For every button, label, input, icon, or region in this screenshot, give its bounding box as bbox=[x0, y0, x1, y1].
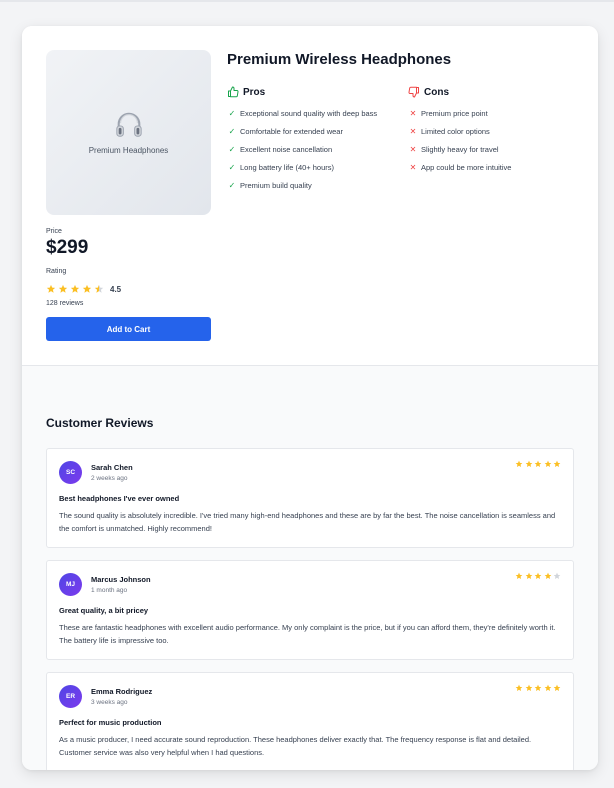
star-icon bbox=[544, 460, 552, 468]
review-title: Best headphones I've ever owned bbox=[59, 494, 180, 503]
pro-item-text: Comfortable for extended wear bbox=[240, 126, 343, 136]
pros-list: Pros ✓ Exceptional sound quality with dee… bbox=[227, 84, 407, 194]
x-icon: ✕ bbox=[409, 144, 417, 154]
review-count: 128 reviews bbox=[46, 300, 84, 307]
avatar: MJ bbox=[59, 573, 82, 596]
cons-heading: Cons bbox=[408, 84, 588, 100]
review-card: ER Emma Rodriguez 3 weeks ago Perfect for m… bbox=[46, 672, 574, 770]
review-rating-stars bbox=[514, 684, 562, 692]
pro-item: ✓ Excellent noise cancellation bbox=[227, 140, 407, 158]
product-section: Premium Headphones Price $299 Rating 4.5… bbox=[22, 26, 598, 365]
star-icon bbox=[544, 572, 552, 580]
con-item: ✕ Slightly heavy for travel bbox=[408, 140, 588, 158]
star-icon bbox=[534, 460, 542, 468]
cons-list: Cons ✕ Premium price point ✕ Limited color … bbox=[408, 84, 588, 176]
check-icon: ✓ bbox=[228, 108, 236, 118]
x-icon: ✕ bbox=[409, 162, 417, 172]
pro-item-text: Exceptional sound quality with deep bass bbox=[240, 108, 378, 118]
thumbs-up-icon bbox=[227, 86, 239, 98]
customer-reviews-section: Customer Reviews SC Sarah Chen 2 weeks ago… bbox=[22, 366, 598, 770]
review-card: SC Sarah Chen 2 weeks ago Best headphones I… bbox=[46, 448, 574, 548]
con-item-text: App could be more intuitive bbox=[421, 162, 512, 172]
star-icon bbox=[515, 572, 523, 580]
review-body: The sound quality is absolutely incredib… bbox=[59, 511, 556, 533]
reviewer-name: Emma Rodriguez bbox=[91, 687, 153, 696]
check-icon: ✓ bbox=[228, 180, 236, 190]
review-card: MJ Marcus Johnson 1 month ago Great quality… bbox=[46, 560, 574, 660]
review-body: As a music producer, I need accurate sou… bbox=[59, 735, 532, 757]
pro-item: ✓ Exceptional sound quality with deep bas… bbox=[227, 104, 407, 122]
product-rating-stars bbox=[46, 284, 106, 294]
con-item: ✕ Limited color options bbox=[408, 122, 588, 140]
product-image[interactable]: Premium Headphones bbox=[46, 50, 211, 215]
star-icon bbox=[525, 684, 533, 692]
star-icon bbox=[553, 460, 561, 468]
review-date: 2 weeks ago bbox=[91, 475, 128, 482]
pro-item: ✓ Long battery life (40+ hours) bbox=[227, 158, 407, 176]
review-date: 1 month ago bbox=[91, 587, 128, 594]
add-to-cart-button[interactable]: Add to Cart bbox=[46, 317, 211, 341]
thumbs-down-icon bbox=[408, 86, 420, 98]
review-date: 3 weeks ago bbox=[91, 699, 128, 706]
star-icon bbox=[94, 284, 104, 294]
pro-item: ✓ Comfortable for extended wear bbox=[227, 122, 407, 140]
product-price: $299 bbox=[46, 237, 89, 258]
con-item-text: Limited color options bbox=[421, 126, 490, 136]
pro-item-text: Excellent noise cancellation bbox=[240, 144, 333, 154]
review-rating-stars bbox=[514, 572, 562, 580]
con-item-text: Premium price point bbox=[421, 108, 488, 118]
check-icon: ✓ bbox=[228, 126, 236, 136]
star-icon bbox=[525, 460, 533, 468]
avatar: ER bbox=[59, 685, 82, 708]
pro-item: ✓ Premium build quality bbox=[227, 176, 407, 194]
pro-item-text: Long battery life (40+ hours) bbox=[240, 162, 335, 172]
cons-heading-text: Cons bbox=[424, 86, 449, 98]
headphones-icon bbox=[115, 112, 142, 137]
con-item-text: Slightly heavy for travel bbox=[421, 144, 499, 154]
star-icon bbox=[525, 572, 533, 580]
star-icon bbox=[515, 684, 523, 692]
product-rating: 4.5 bbox=[46, 284, 121, 294]
con-item: ✕ Premium price point bbox=[408, 104, 588, 122]
star-icon bbox=[534, 572, 542, 580]
product-image-label: Premium Headphones bbox=[88, 146, 169, 155]
product-title: Premium Wireless Headphones bbox=[227, 51, 452, 68]
star-icon bbox=[58, 284, 68, 294]
con-item: ✕ App could be more intuitive bbox=[408, 158, 588, 176]
x-icon: ✕ bbox=[409, 126, 417, 136]
reviewer-name: Marcus Johnson bbox=[91, 575, 151, 584]
review-rating-stars bbox=[514, 460, 562, 468]
x-icon: ✕ bbox=[409, 108, 417, 118]
star-icon bbox=[534, 684, 542, 692]
review-title: Great quality, a bit pricey bbox=[59, 606, 149, 615]
star-icon bbox=[553, 572, 561, 580]
star-icon bbox=[46, 284, 56, 294]
rating-value: 4.5 bbox=[110, 284, 122, 294]
check-icon: ✓ bbox=[228, 162, 236, 172]
review-title: Perfect for music production bbox=[59, 718, 162, 727]
rating-label: Rating bbox=[46, 268, 67, 275]
pros-heading: Pros bbox=[227, 84, 407, 100]
reviewer-name: Sarah Chen bbox=[91, 463, 133, 472]
avatar: SC bbox=[59, 461, 82, 484]
star-icon bbox=[553, 684, 561, 692]
review-body: These are fantastic headphones with exce… bbox=[59, 623, 556, 645]
star-icon bbox=[544, 684, 552, 692]
product-card: Premium Headphones Price $299 Rating 4.5… bbox=[22, 26, 598, 770]
price-label: Price bbox=[46, 228, 62, 235]
check-icon: ✓ bbox=[228, 144, 236, 154]
star-icon bbox=[70, 284, 80, 294]
pro-item-text: Premium build quality bbox=[240, 180, 312, 190]
pros-heading-text: Pros bbox=[243, 86, 266, 98]
star-icon bbox=[82, 284, 92, 294]
star-icon bbox=[515, 460, 523, 468]
reviews-heading: Customer Reviews bbox=[46, 416, 154, 430]
top-border bbox=[0, 0, 614, 2]
